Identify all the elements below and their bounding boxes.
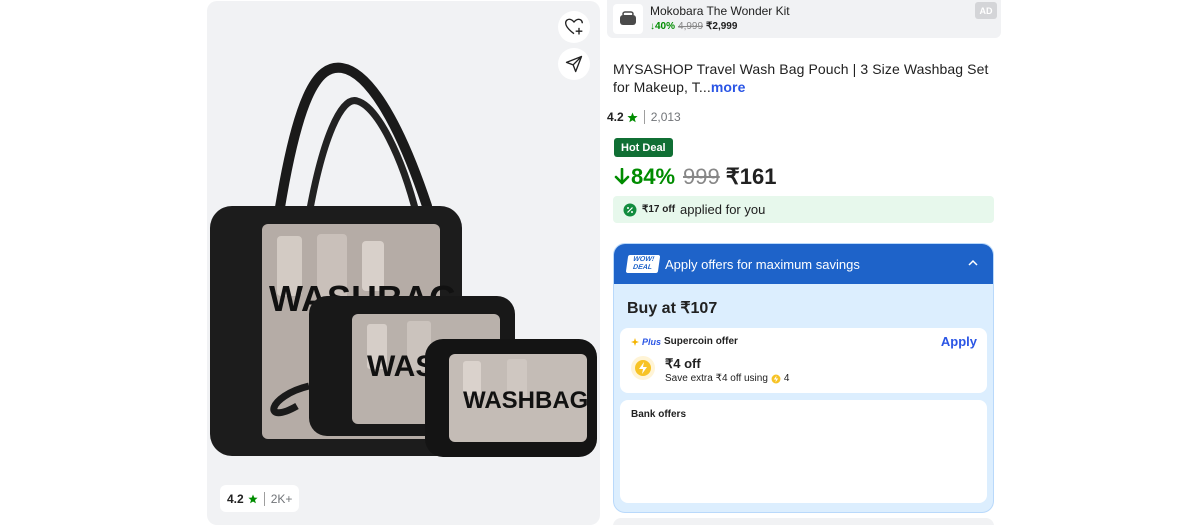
wow-deal-logo: WOW! DEAL: [625, 255, 661, 273]
heart-plus-icon: [564, 18, 583, 35]
hot-deal-badge: Hot Deal: [614, 138, 673, 157]
apply-button[interactable]: Apply: [941, 334, 977, 349]
lightning-icon: [635, 360, 651, 376]
supercoin-off-amount: ₹4 off: [665, 356, 701, 371]
rating-value: 4.2: [607, 110, 624, 124]
ad-product-thumbnail: [613, 4, 643, 34]
plus-tag: Plus Supercoin offer: [631, 336, 738, 347]
selling-price: ₹161: [725, 164, 777, 189]
svg-text:WASHBAG: WASHBAG: [463, 387, 588, 414]
next-section-peek: [613, 518, 994, 525]
applied-text: applied for you: [680, 202, 766, 217]
supercoin-icon: [631, 356, 655, 380]
coin-count: 4: [783, 373, 790, 384]
mrp: 999: [683, 164, 720, 189]
applied-discount-strip: ₹17 off applied for you: [613, 196, 994, 223]
supercoin-save-text: Save extra ₹4 off using 4: [665, 373, 789, 384]
buy-at-price: Buy at ₹107: [627, 300, 718, 317]
wow-logo-top: WOW!: [632, 256, 655, 263]
offers-section: WOW! DEAL Apply offers for maximum savin…: [613, 243, 994, 513]
ad-discount-value: 40%: [655, 21, 676, 32]
supercoin-offer-card[interactable]: Plus Supercoin offer Apply ₹4 off Save e…: [620, 328, 987, 393]
bank-offers-title: Bank offers: [631, 409, 687, 420]
image-rating-count: 2K+: [270, 491, 293, 506]
rating-summary[interactable]: 4.2 2,013: [607, 110, 681, 124]
arrow-down-icon: [614, 168, 630, 185]
rating-count: 2,013: [650, 110, 681, 124]
wishlist-button[interactable]: [558, 11, 590, 43]
star-icon: [627, 112, 638, 122]
offers-header[interactable]: WOW! DEAL Apply offers for maximum savin…: [614, 244, 993, 284]
plus-spark-icon: [631, 337, 639, 346]
save-extra-text: Save extra ₹4 off using: [665, 373, 768, 384]
supercoin-offer-title: Supercoin offer: [664, 336, 738, 347]
ad-tag: AD: [975, 2, 997, 19]
product-image: WASHBAG WASH WASHBAG: [210, 62, 597, 457]
share-icon: [565, 55, 583, 73]
product-image-panel[interactable]: WASHBAG WASH WASHBAG: [207, 1, 600, 525]
discount-value: 84%: [631, 164, 676, 189]
more-link[interactable]: more: [711, 79, 746, 95]
discount-percent: 84%: [614, 164, 675, 190]
ad-discount: ↓40%: [650, 21, 676, 32]
product-title-text: MYSASHOP Travel Wash Bag Pouch | 3 Size …: [613, 61, 989, 95]
discount-badge-icon: [623, 203, 637, 216]
ad-mrp: 4,999: [678, 21, 704, 32]
price-row: 84% 999 ₹161: [614, 164, 776, 190]
ad-price-line: ↓40% 4,999 ₹2,999: [650, 21, 737, 32]
ad-title: Mokobara The Wonder Kit: [650, 4, 790, 18]
share-button[interactable]: [558, 48, 590, 80]
bank-offers-card[interactable]: Bank offers: [620, 400, 987, 503]
plus-word: Plus: [642, 336, 662, 347]
wow-logo-bottom: DEAL: [632, 264, 653, 271]
bag-thumbnail-icon: [620, 11, 636, 25]
star-icon: [248, 494, 258, 503]
offers-header-text: Apply offers for maximum savings: [665, 256, 860, 272]
applied-amount: ₹17 off: [642, 204, 676, 215]
product-page: WASHBAG WASH WASHBAG: [0, 0, 1200, 525]
chevron-up-icon[interactable]: [967, 258, 979, 268]
image-rating-value: 4.2: [227, 491, 244, 506]
image-rating-badge: 4.2 2K+: [220, 485, 300, 512]
divider: [263, 491, 265, 506]
product-title: MYSASHOP Travel Wash Bag Pouch | 3 Size …: [613, 60, 1003, 96]
divider: [643, 110, 645, 124]
ad-price: ₹2,999: [706, 21, 738, 32]
sponsored-ad-banner[interactable]: Mokobara The Wonder Kit ↓40% 4,999 ₹2,99…: [607, 0, 1001, 38]
supercoin-small-icon: [771, 374, 781, 383]
